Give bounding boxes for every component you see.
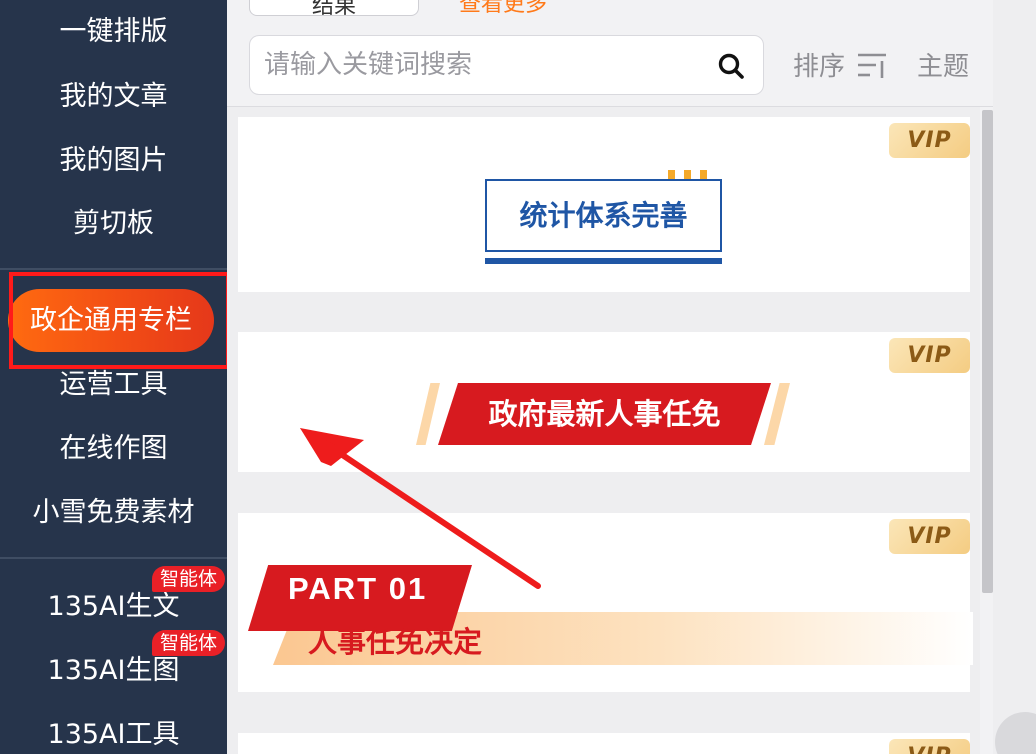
view-more-link[interactable]: 查看更多 bbox=[459, 0, 547, 18]
search-input[interactable] bbox=[264, 46, 704, 84]
template-card[interactable]: VIP PART 01 人事任免决定 bbox=[238, 513, 973, 692]
template-card[interactable]: VIP 政府最新人事任免 bbox=[238, 332, 970, 472]
part-label: PART 01 bbox=[288, 571, 428, 606]
top-button[interactable]: 结果 bbox=[249, 0, 419, 19]
decor-stripe bbox=[416, 383, 440, 445]
vip-badge: VIP bbox=[889, 338, 970, 373]
sidebar-divider bbox=[0, 268, 227, 270]
sidebar-divider bbox=[0, 557, 227, 559]
vip-badge: VIP bbox=[889, 519, 970, 554]
floating-button[interactable] bbox=[995, 712, 1036, 754]
sidebar-item-ai-tools[interactable]: 135AI工具 bbox=[0, 715, 227, 754]
sidebar-item-my-articles[interactable]: 我的文章 bbox=[0, 77, 227, 117]
card-title-box: 统计体系完善 bbox=[485, 179, 722, 252]
template-list: VIP 统计体系完善 VIP 政府最新人事任免 VIP PART 01 人事任免… bbox=[227, 107, 993, 754]
card-title: 政府最新人事任免 bbox=[488, 397, 721, 431]
card-title: 统计体系完善 bbox=[519, 199, 688, 232]
sidebar-item-ai-text[interactable]: 135AI生文 bbox=[0, 587, 227, 627]
scrollbar-thumb[interactable] bbox=[982, 110, 993, 593]
main-content: 结果 查看更多 排序 主题 VIP 统计体系完善 VIP bbox=[227, 0, 993, 754]
theme-button[interactable]: 主题 bbox=[917, 46, 969, 83]
search-box bbox=[249, 35, 764, 95]
sidebar-item-my-images[interactable]: 我的图片 bbox=[0, 141, 227, 181]
sidebar-item-ops-tools[interactable]: 运营工具 bbox=[0, 365, 227, 405]
sort-button[interactable]: 排序 bbox=[793, 46, 845, 83]
search-icon[interactable] bbox=[717, 52, 745, 80]
vip-badge: VIP bbox=[889, 123, 970, 158]
sidebar-item-online-design[interactable]: 在线作图 bbox=[0, 429, 227, 469]
sidebar: 一键排版 我的文章 我的图片 剪切板 政企通用专栏 运营工具 在线作图 小雪免费… bbox=[0, 0, 227, 754]
vip-badge: VIP bbox=[889, 739, 970, 754]
agent-badge: 智能体 bbox=[152, 630, 226, 656]
title-underline bbox=[485, 258, 722, 264]
template-card[interactable]: VIP 统计体系完善 bbox=[238, 117, 970, 292]
sidebar-item-clipboard[interactable]: 剪切板 bbox=[0, 204, 227, 244]
sidebar-item-ai-image[interactable]: 135AI生图 bbox=[0, 651, 227, 691]
sidebar-item-one-click-layout[interactable]: 一键排版 bbox=[0, 12, 227, 52]
sidebar-item-free-materials[interactable]: 小雪免费素材 bbox=[0, 493, 227, 533]
agent-badge: 智能体 bbox=[152, 566, 226, 592]
card-title: 人事任免决定 bbox=[308, 625, 483, 659]
sort-icon[interactable] bbox=[856, 51, 890, 81]
sidebar-item-gov-enterprise-column[interactable]: 政企通用专栏 bbox=[8, 289, 214, 352]
template-card[interactable]: VIP bbox=[238, 733, 970, 754]
